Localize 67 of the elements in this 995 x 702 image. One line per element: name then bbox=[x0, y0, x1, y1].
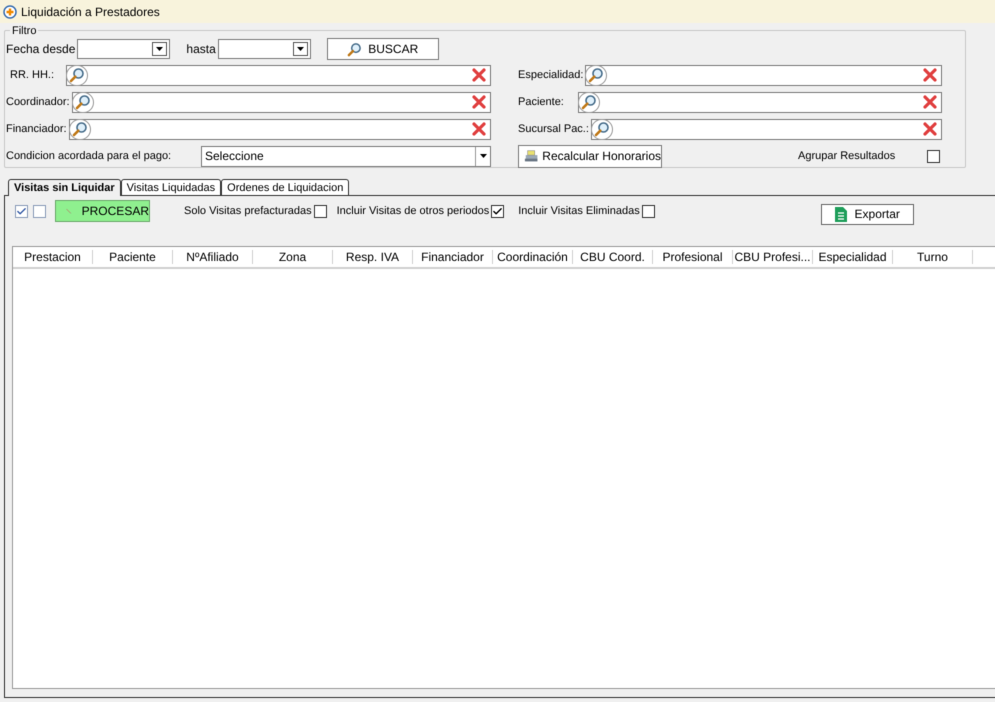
search-icon[interactable] bbox=[588, 67, 604, 83]
clear-icon[interactable] bbox=[472, 122, 486, 136]
date-field[interactable] bbox=[218, 39, 311, 59]
clear-icon[interactable] bbox=[923, 68, 937, 82]
column-header[interactable]: Coordinación bbox=[493, 250, 573, 264]
tab[interactable]: Visitas sin Liquidar bbox=[8, 179, 121, 196]
lookup-field[interactable] bbox=[578, 92, 942, 112]
search-icon[interactable] bbox=[581, 94, 597, 110]
plus-icon bbox=[3, 4, 17, 18]
search-icon[interactable] bbox=[594, 121, 610, 137]
option-label: Solo Visitas prefacturadas bbox=[184, 204, 312, 219]
option-label: Incluir Visitas de otros periodos bbox=[336, 204, 490, 219]
cash-register-icon bbox=[524, 149, 538, 163]
export-button[interactable]: Exportar bbox=[820, 204, 914, 224]
lookup-field[interactable] bbox=[72, 92, 491, 112]
lookup-field[interactable] bbox=[66, 64, 491, 86]
clear-icon[interactable] bbox=[923, 95, 937, 109]
column-header[interactable]: Paciente bbox=[93, 250, 173, 264]
checkbox[interactable] bbox=[927, 150, 940, 162]
checkbox[interactable] bbox=[33, 204, 46, 218]
lookup-field[interactable] bbox=[585, 64, 942, 86]
condition-dropdown[interactable]: Seleccione bbox=[201, 146, 491, 166]
search-button[interactable]: BUSCAR bbox=[326, 38, 439, 60]
checkbox[interactable] bbox=[314, 204, 327, 218]
window-title: Liquidación a Prestadores bbox=[21, 4, 160, 20]
date-field[interactable] bbox=[77, 39, 170, 59]
field-label: Condicion acordada para el pago: bbox=[6, 148, 172, 164]
column-header[interactable]: CBU Coord. bbox=[573, 250, 653, 264]
dropdown-caret-icon[interactable] bbox=[292, 42, 308, 56]
field-label: Coordinador: bbox=[6, 94, 71, 110]
field-label: Financiador: bbox=[6, 122, 68, 137]
field-label: Paciente: bbox=[518, 94, 565, 110]
dropdown-caret-icon bbox=[480, 154, 486, 158]
column-header[interactable]: Profesional bbox=[653, 250, 733, 264]
column-header[interactable]: Turno bbox=[893, 250, 973, 264]
column-header[interactable]: Resp. IVA bbox=[333, 250, 413, 264]
field-label: Sucursal Pac.: bbox=[518, 122, 590, 137]
option-label: Incluir Visitas Eliminadas bbox=[518, 204, 640, 219]
search-icon[interactable] bbox=[74, 94, 91, 110]
spreadsheet-icon bbox=[834, 206, 847, 222]
tab[interactable]: Visitas Liquidadas bbox=[120, 179, 222, 195]
search-icon[interactable] bbox=[72, 121, 88, 137]
column-header[interactable]: NºAfiliado bbox=[173, 250, 253, 264]
tab[interactable]: Ordenes de Liquidacion bbox=[221, 179, 350, 195]
field-label: RR. HH.: bbox=[9, 68, 55, 83]
recalc-button[interactable]: Recalcular Honorarios bbox=[518, 144, 662, 168]
dropdown-caret-icon[interactable] bbox=[152, 42, 168, 56]
checkbox[interactable] bbox=[15, 204, 28, 218]
process-button[interactable]: PROCESAR bbox=[55, 200, 150, 222]
search-icon[interactable] bbox=[69, 67, 85, 83]
column-header[interactable]: CBU Profesi... bbox=[733, 250, 813, 264]
column-header[interactable]: Especialidad bbox=[813, 250, 893, 264]
checkbox[interactable] bbox=[642, 204, 655, 218]
field-label: Fecha desde bbox=[6, 41, 76, 58]
field-label: Especialidad: bbox=[518, 68, 584, 83]
column-header[interactable]: Zona bbox=[253, 250, 333, 264]
lookup-field[interactable] bbox=[68, 118, 491, 140]
lookup-field[interactable] bbox=[591, 118, 942, 140]
checkbox[interactable] bbox=[491, 204, 504, 218]
column-header[interactable]: Financiador bbox=[413, 250, 493, 264]
clear-icon[interactable] bbox=[472, 95, 486, 109]
field-label: hasta bbox=[186, 41, 216, 58]
field-label: Agrupar Resultados bbox=[798, 148, 896, 164]
column-header[interactable]: Prestacion bbox=[13, 250, 93, 264]
search-icon[interactable] bbox=[347, 42, 362, 56]
clear-icon[interactable] bbox=[472, 68, 486, 82]
clear-icon[interactable] bbox=[923, 122, 937, 136]
